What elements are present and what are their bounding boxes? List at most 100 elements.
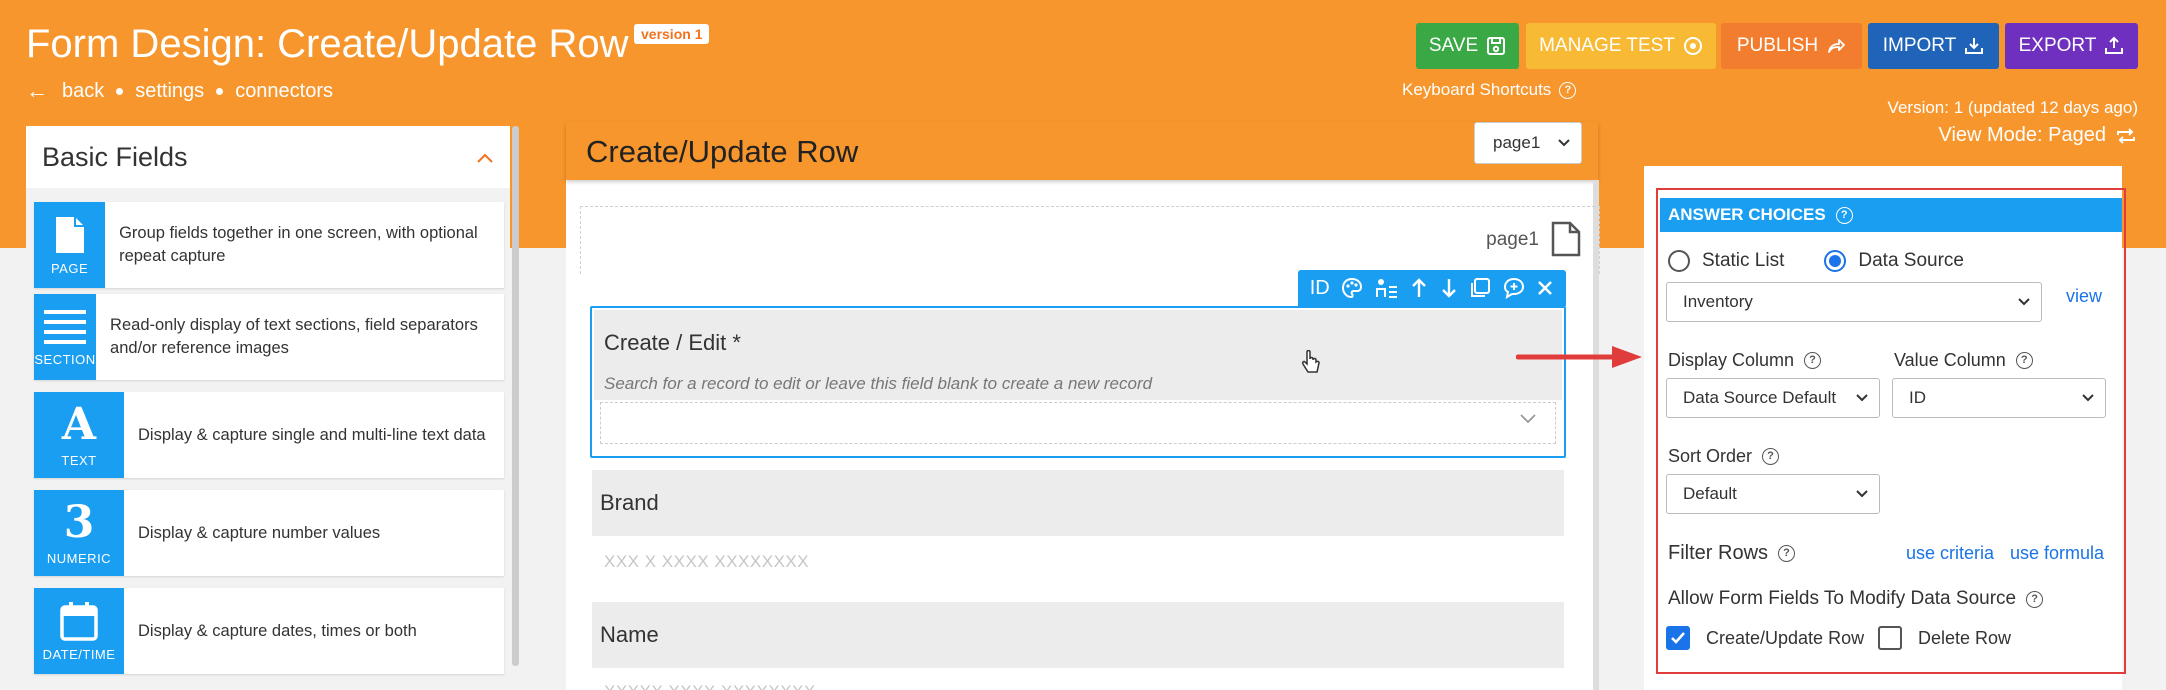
basic-fields-panel: Basic Fields PAGE Group fields together …	[26, 126, 510, 690]
keyboard-shortcuts-link[interactable]: Keyboard Shortcuts ?	[1402, 80, 1577, 100]
field-description: Display & capture dates, times or both	[138, 621, 417, 640]
hand-cursor-icon	[1302, 350, 1320, 373]
data-source-value: Inventory	[1683, 292, 1753, 311]
display-column-value: Data Source Default	[1683, 388, 1837, 407]
import-button[interactable]: IMPORT	[1868, 23, 1999, 69]
delete-row-option[interactable]: Delete Row	[1878, 626, 2011, 650]
field-item-datetime[interactable]: DATE/TIME Display & capture dates, times…	[34, 588, 504, 674]
question-create-edit[interactable]: Create / Edit * Search for a record to e…	[590, 306, 1566, 458]
manage-test-button[interactable]: MANAGE TEST	[1526, 23, 1716, 69]
page-select-value: page1	[1493, 133, 1541, 152]
field-label: PAGE	[50, 260, 89, 276]
field-item-page[interactable]: PAGE Group fields together in one screen…	[34, 202, 504, 288]
field-icon-datetime: DATE/TIME	[34, 588, 124, 674]
arrow-down-icon[interactable]	[1440, 277, 1458, 299]
display-column-select[interactable]: Data Source Default	[1666, 378, 1880, 418]
question-title: Create / Edit *	[604, 330, 741, 355]
value-column-text: Value Column	[1894, 350, 2006, 370]
record-search-select[interactable]	[600, 402, 1556, 444]
question-name[interactable]: Name	[592, 602, 1564, 668]
basic-fields-header[interactable]: Basic Fields	[26, 126, 510, 188]
data-source-select[interactable]: Inventory	[1666, 282, 2042, 322]
question-brand[interactable]: Brand	[592, 470, 1564, 536]
id-button[interactable]: ID	[1310, 277, 1330, 300]
arrow-up-icon[interactable]	[1410, 277, 1428, 299]
view-mode-toggle[interactable]: View Mode: Paged	[1938, 124, 2138, 147]
chevron-down-icon	[2018, 298, 2030, 306]
duplicate-icon[interactable]	[1469, 277, 1491, 299]
question-title: Brand	[600, 490, 659, 515]
question-placeholder: XXX X XXXX XXXXXXXX	[604, 552, 810, 571]
save-button[interactable]: SAVE	[1416, 23, 1519, 69]
data-source-label: Data Source	[1858, 250, 1964, 271]
checkmark-icon	[1671, 632, 1685, 644]
chevron-up-icon[interactable]	[476, 144, 494, 170]
use-criteria-link[interactable]: use criteria	[1906, 543, 1994, 564]
save-label: SAVE	[1428, 35, 1479, 56]
field-label: TEXT	[61, 452, 97, 468]
field-label: SECTION	[34, 351, 96, 367]
page-block[interactable]: page1	[580, 206, 1600, 274]
field-label: NUMERIC	[46, 550, 112, 566]
allow-modify-text: Allow Form Fields To Modify Data Source	[1668, 588, 2017, 609]
comment-add-icon[interactable]	[1503, 277, 1525, 299]
close-icon[interactable]	[1536, 279, 1554, 297]
share-icon	[1828, 39, 1846, 53]
field-icon-text: A TEXT	[34, 392, 124, 478]
help-icon[interactable]: ?	[1762, 448, 1780, 465]
back-link[interactable]: back	[62, 80, 104, 103]
field-icon-page: PAGE	[34, 202, 106, 288]
help-icon[interactable]: ?	[2026, 590, 2044, 608]
sort-order-value: Default	[1683, 484, 1737, 503]
field-icon-section: SECTION	[34, 294, 97, 380]
delete-row-checkbox[interactable]	[1878, 626, 1902, 650]
connectors-link[interactable]: connectors	[235, 80, 333, 103]
repeat-icon	[2117, 127, 2135, 144]
static-list-option[interactable]: Static List	[1668, 250, 1784, 272]
help-icon[interactable]: ?	[1835, 206, 1853, 224]
publish-button[interactable]: PUBLISH	[1721, 23, 1862, 69]
static-list-radio[interactable]	[1668, 250, 1690, 272]
left-scrollbar[interactable]	[512, 126, 519, 666]
chevron-down-icon	[1558, 139, 1570, 147]
view-link[interactable]: view	[2066, 286, 2102, 307]
calendar-icon	[60, 601, 98, 641]
display-column-text: Display Column	[1668, 350, 1795, 370]
answer-source-radios: Static List Data Source	[1668, 250, 1988, 272]
use-formula-link[interactable]: use formula	[2010, 543, 2104, 564]
data-source-radio[interactable]	[1824, 250, 1847, 272]
chevron-down-icon	[2082, 394, 2094, 402]
export-button[interactable]: EXPORT	[2005, 23, 2138, 69]
sort-order-text: Sort Order	[1668, 446, 1753, 466]
create-update-checkbox[interactable]	[1666, 626, 1690, 650]
page-select[interactable]: page1	[1474, 122, 1582, 164]
field-item-text[interactable]: A TEXT Display & capture single and mult…	[34, 392, 504, 478]
palette-icon[interactable]	[1341, 277, 1363, 299]
nav-separator	[116, 87, 124, 95]
red-arrow-annotation	[1516, 346, 1642, 368]
back-arrow-icon[interactable]: ←	[26, 78, 48, 104]
question-placeholder: XXXXX XXXX XXXXXXXX	[604, 682, 816, 690]
question-header: Create / Edit * Search for a record to e…	[594, 310, 1562, 400]
field-description: Read-only display of text sections, fiel…	[110, 316, 478, 357]
page-title: Form Design: Create/Update Row	[26, 22, 629, 66]
question-hint: Search for a record to edit or leave thi…	[604, 374, 1153, 393]
hierarchy-icon[interactable]	[1375, 277, 1399, 299]
basic-fields-title: Basic Fields	[42, 141, 188, 172]
create-update-option[interactable]: Create/Update Row	[1666, 626, 1864, 650]
field-item-section[interactable]: SECTION Read-only display of text sectio…	[34, 294, 504, 380]
chevron-down-icon	[1856, 490, 1868, 498]
help-icon[interactable]: ?	[1778, 545, 1796, 562]
help-icon: ?	[1559, 81, 1577, 99]
help-icon[interactable]: ?	[2015, 352, 2033, 369]
target-icon	[1683, 37, 1702, 55]
data-source-option[interactable]: Data Source	[1824, 250, 1964, 272]
document-icon	[55, 216, 84, 253]
settings-link[interactable]: settings	[135, 80, 204, 103]
help-icon[interactable]: ?	[1804, 352, 1822, 369]
value-column-select[interactable]: ID	[1892, 378, 2106, 418]
field-item-numeric[interactable]: 3 NUMERIC Display & capture number value…	[34, 490, 504, 576]
create-update-label: Create/Update Row	[1706, 627, 1865, 648]
sort-order-select[interactable]: Default	[1666, 474, 1880, 514]
answer-choices-header: ANSWER CHOICES ?	[1660, 198, 2122, 232]
